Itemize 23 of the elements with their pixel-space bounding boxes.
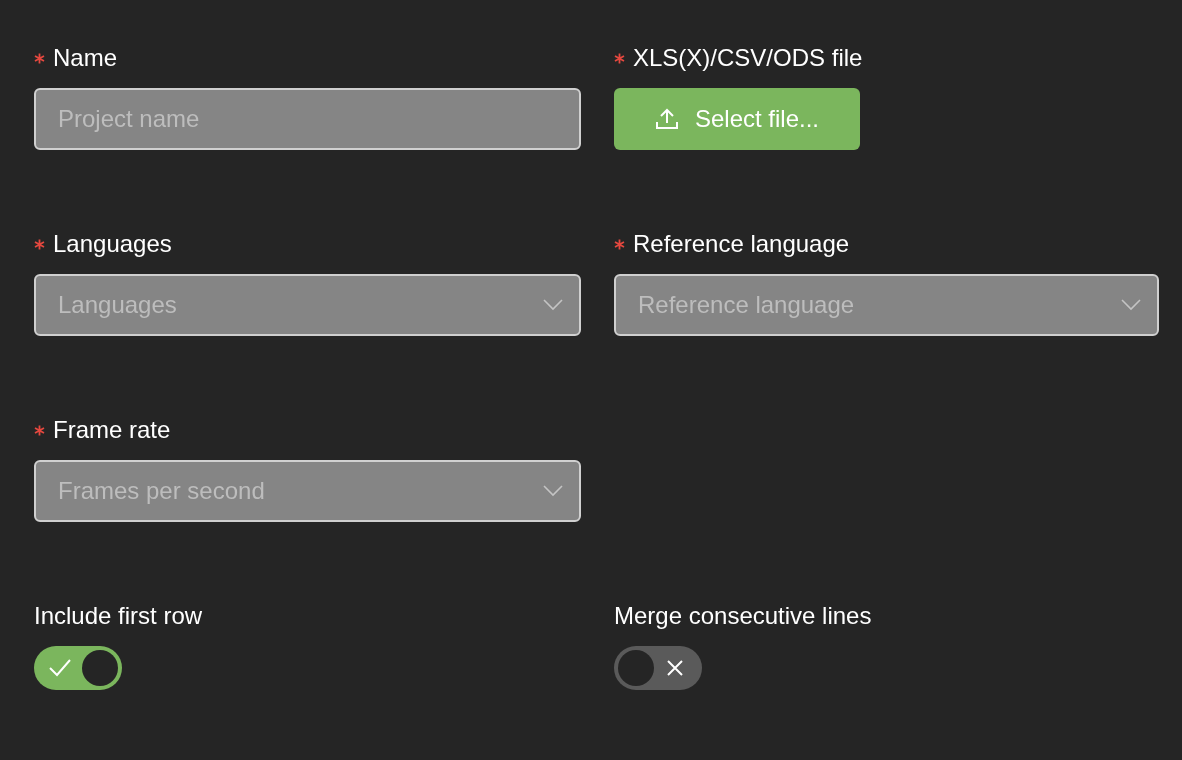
select-field[interactable]: Reference language [614, 274, 1159, 336]
placeholder-text: Reference language [638, 291, 855, 319]
field-label: Name [53, 44, 118, 72]
select-field[interactable]: Languages [34, 274, 581, 336]
chevron-down-icon [543, 485, 563, 497]
select-file-button[interactable]: Select file... [614, 88, 860, 150]
upload-icon [654, 108, 679, 130]
toggle-switch[interactable] [614, 646, 702, 690]
placeholder-text: Frames per second [58, 477, 265, 505]
placeholder-text: Languages [58, 291, 177, 319]
field-label: Reference language [633, 230, 850, 258]
field-label: Languages [53, 230, 172, 258]
field-label: Frame rate [53, 416, 171, 444]
toggle-switch[interactable] [34, 646, 122, 690]
switch-label: Merge consecutive lines [614, 602, 872, 630]
close-icon [666, 659, 684, 677]
switch-label: Include first row [34, 602, 203, 630]
select-field[interactable]: Frames per second [34, 460, 581, 522]
check-icon [48, 658, 72, 678]
field-label: XLS(X)/CSV/ODS file [633, 44, 863, 72]
chevron-down-icon [543, 299, 563, 311]
text-field[interactable]: Project name [34, 88, 581, 150]
chevron-down-icon [1121, 299, 1141, 311]
